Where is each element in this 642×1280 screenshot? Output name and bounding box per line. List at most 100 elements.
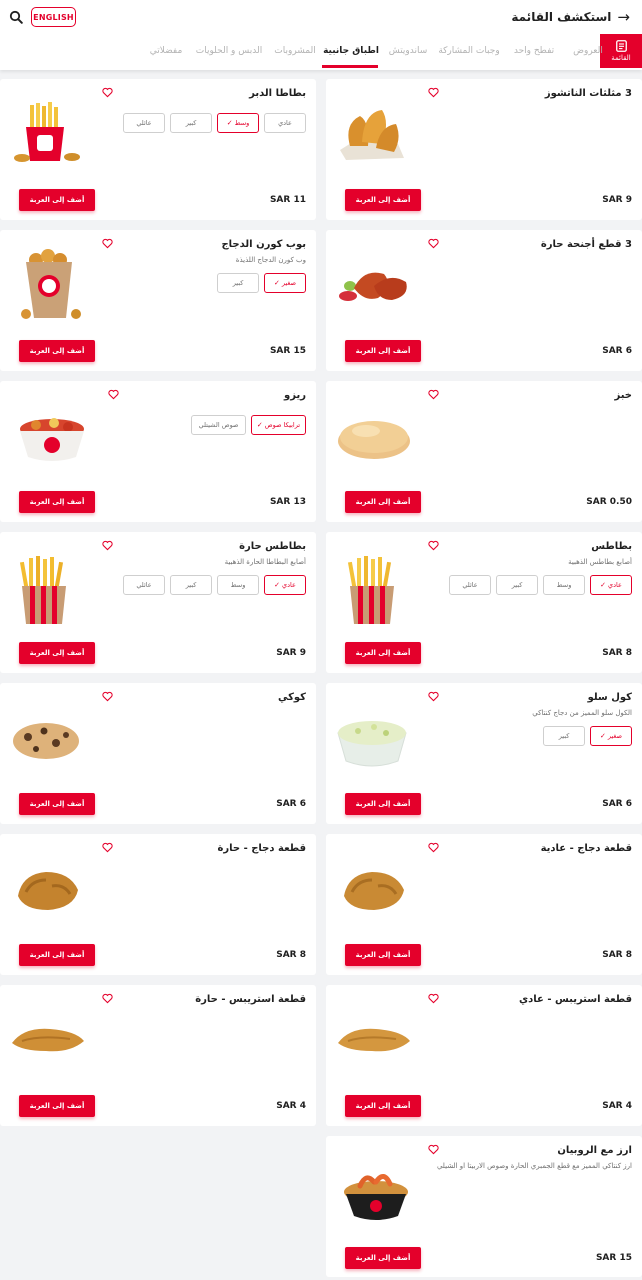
product-price: SAR 8: [602, 950, 632, 960]
product-card[interactable]: خبز SAR 0.50 أضف إلى العربة: [326, 381, 642, 522]
back-arrow-icon[interactable]: →: [617, 9, 630, 25]
heart-icon[interactable]: [428, 238, 439, 249]
check-icon: ✓: [600, 581, 607, 589]
add-to-cart-button[interactable]: أضف إلى العربة: [345, 944, 421, 966]
size-option-large[interactable]: كبير: [543, 726, 585, 746]
size-option-family[interactable]: عائلي: [449, 575, 491, 595]
heart-icon[interactable]: [102, 87, 113, 98]
check-icon: ✓: [226, 119, 233, 127]
add-to-cart-button[interactable]: أضف إلى العربة: [345, 340, 421, 362]
sauce-option-2[interactable]: صوص الشيتلي: [191, 415, 246, 435]
heart-icon[interactable]: [102, 993, 113, 1004]
spicy-fried-chicken-image: [18, 872, 78, 910]
add-to-cart-button[interactable]: أضف إلى العربة: [19, 189, 95, 211]
tab-drinks[interactable]: المشروبات: [270, 34, 320, 68]
cookie-image: [13, 723, 79, 759]
product-card[interactable]: كول سلو الكول سلو المميز من دجاج كنتاكي …: [326, 683, 642, 824]
heart-icon[interactable]: [428, 1144, 439, 1155]
add-to-cart-button[interactable]: أضف إلى العربة: [19, 1095, 95, 1117]
size-option-large[interactable]: كبير: [170, 575, 212, 595]
add-to-cart-button[interactable]: أضف إلى العربة: [19, 793, 95, 815]
tab-dips-desserts[interactable]: الدبس و الحلويات: [190, 34, 268, 68]
size-option-family[interactable]: عائلي: [123, 113, 165, 133]
add-to-cart-button[interactable]: أضف إلى العربة: [345, 1247, 421, 1269]
search-icon[interactable]: [9, 10, 23, 24]
rice-with-shrimp-image: [344, 1174, 408, 1220]
option-label: صوص الشيتلي: [198, 421, 239, 429]
product-price: SAR 11: [269, 195, 306, 205]
option-label: وسط: [234, 119, 250, 127]
product-card[interactable]: بطاطس أصابع بطاطس الذهبية عادي ✓ وسط كبير…: [326, 532, 642, 673]
size-option-large[interactable]: كبير: [217, 273, 259, 293]
heart-icon[interactable]: [428, 993, 439, 1004]
sauce-option-1[interactable]: ترابيكا صوص ✓: [251, 415, 306, 435]
language-button[interactable]: ENGLISH: [31, 7, 76, 27]
heart-icon[interactable]: [428, 87, 439, 98]
product-card[interactable]: كوكي SAR 6 أضف إلى العربة: [0, 683, 316, 824]
product-description: أصابع بطاطس الذهبية: [568, 558, 632, 566]
add-to-cart-button[interactable]: أضف إلى العربة: [19, 491, 95, 513]
heart-icon[interactable]: [102, 691, 113, 702]
product-card[interactable]: بوب كورن الدجاج وب كورن الدجاج اللذيذة ص…: [0, 230, 316, 371]
size-option-small[interactable]: صغير ✓: [264, 273, 306, 293]
size-option-regular[interactable]: عادي ✓: [264, 575, 306, 595]
size-option-large[interactable]: كبير: [496, 575, 538, 595]
product-price: SAR 15: [269, 346, 306, 356]
add-to-cart-button[interactable]: أضف إلى العربة: [345, 642, 421, 664]
option-label: صغير: [281, 279, 297, 287]
rizo-bowl-image: [20, 418, 84, 461]
heart-icon[interactable]: [428, 842, 439, 853]
heart-icon[interactable]: [428, 389, 439, 400]
add-to-cart-button[interactable]: أضف إلى العربة: [19, 340, 95, 362]
size-option-medium[interactable]: وسط: [543, 575, 585, 595]
option-label: وسط: [556, 581, 572, 589]
product-card[interactable]: بطاطا الدبر عادي وسط ✓ كبير عائلي SAR 11 …: [0, 79, 316, 220]
heart-icon[interactable]: [108, 389, 119, 400]
size-options: عادي ✓ وسط كبير عائلي: [123, 575, 306, 595]
option-label: كبير: [558, 732, 570, 740]
fried-chicken-piece-image: [344, 872, 404, 910]
option-label: كبير: [232, 279, 244, 287]
tab-sharing-meals[interactable]: وجبات المشاركة: [436, 34, 502, 68]
heart-icon[interactable]: [102, 842, 113, 853]
tab-single[interactable]: تفطح واحد: [505, 34, 563, 68]
menu-list-icon: [615, 40, 627, 52]
size-option-small[interactable]: صغير ✓: [590, 726, 632, 746]
tab-side-dishes[interactable]: اطباق جانبية: [322, 34, 380, 68]
add-to-cart-button[interactable]: أضف إلى العربة: [345, 793, 421, 815]
size-option-family[interactable]: عائلي: [123, 575, 165, 595]
tab-offers[interactable]: العروض: [566, 34, 610, 68]
size-option-large[interactable]: كبير: [170, 113, 212, 133]
product-card[interactable]: 3 قطع أجنحة حارة SAR 6 أضف إلى العربة: [326, 230, 642, 371]
sauce-options: ترابيكا صوص ✓ صوص الشيتلي: [191, 415, 306, 435]
tab-sandwiches[interactable]: ساندويتش: [383, 34, 433, 68]
heart-icon[interactable]: [428, 691, 439, 702]
add-to-cart-button[interactable]: أضف إلى العربة: [19, 944, 95, 966]
size-option-medium[interactable]: وسط: [217, 575, 259, 595]
product-card[interactable]: قطعة دجاج - حارة SAR 8 أضف إلى العربة: [0, 834, 316, 975]
add-to-cart-button[interactable]: أضف إلى العربة: [345, 189, 421, 211]
product-price: SAR 6: [602, 799, 632, 809]
add-to-cart-button[interactable]: أضف إلى العربة: [345, 491, 421, 513]
product-name: قطعة استريبس - عادي: [518, 994, 632, 1005]
option-label: صغير: [607, 732, 623, 740]
tab-favorites[interactable]: مفضلاتي: [144, 34, 188, 68]
spicy-chicken-strip-image: [12, 1028, 84, 1052]
heart-icon[interactable]: [428, 540, 439, 551]
size-option-regular[interactable]: عادي: [264, 113, 306, 133]
product-card[interactable]: ريزو ترابيكا صوص ✓ صوص الشيتلي SAR 13 أضف…: [0, 381, 316, 522]
product-name: بوب كورن الدجاج: [221, 239, 306, 250]
product-price: SAR 9: [602, 195, 632, 205]
product-card[interactable]: ارز مع الروبيان ارز كنتاكي المميز مع قطع…: [326, 1136, 642, 1277]
add-to-cart-button[interactable]: أضف إلى العربة: [19, 642, 95, 664]
product-card[interactable]: قطعة استريبس - حارة SAR 4 أضف إلى العربة: [0, 985, 316, 1126]
add-to-cart-button[interactable]: أضف إلى العربة: [345, 1095, 421, 1117]
product-card[interactable]: بطاطس حارة أصابع البطاطا الحارة الذهبية …: [0, 532, 316, 673]
product-card[interactable]: قطعة استريبس - عادي SAR 4 أضف إلى العربة: [326, 985, 642, 1126]
size-option-medium[interactable]: وسط ✓: [217, 113, 259, 133]
product-card[interactable]: 3 مثلثات الناتشوز SAR 9 أضف إلى العربة: [326, 79, 642, 220]
product-card[interactable]: قطعة دجاج - عادية SAR 8 أضف إلى العربة: [326, 834, 642, 975]
heart-icon[interactable]: [102, 238, 113, 249]
heart-icon[interactable]: [102, 540, 113, 551]
size-option-regular[interactable]: عادي ✓: [590, 575, 632, 595]
